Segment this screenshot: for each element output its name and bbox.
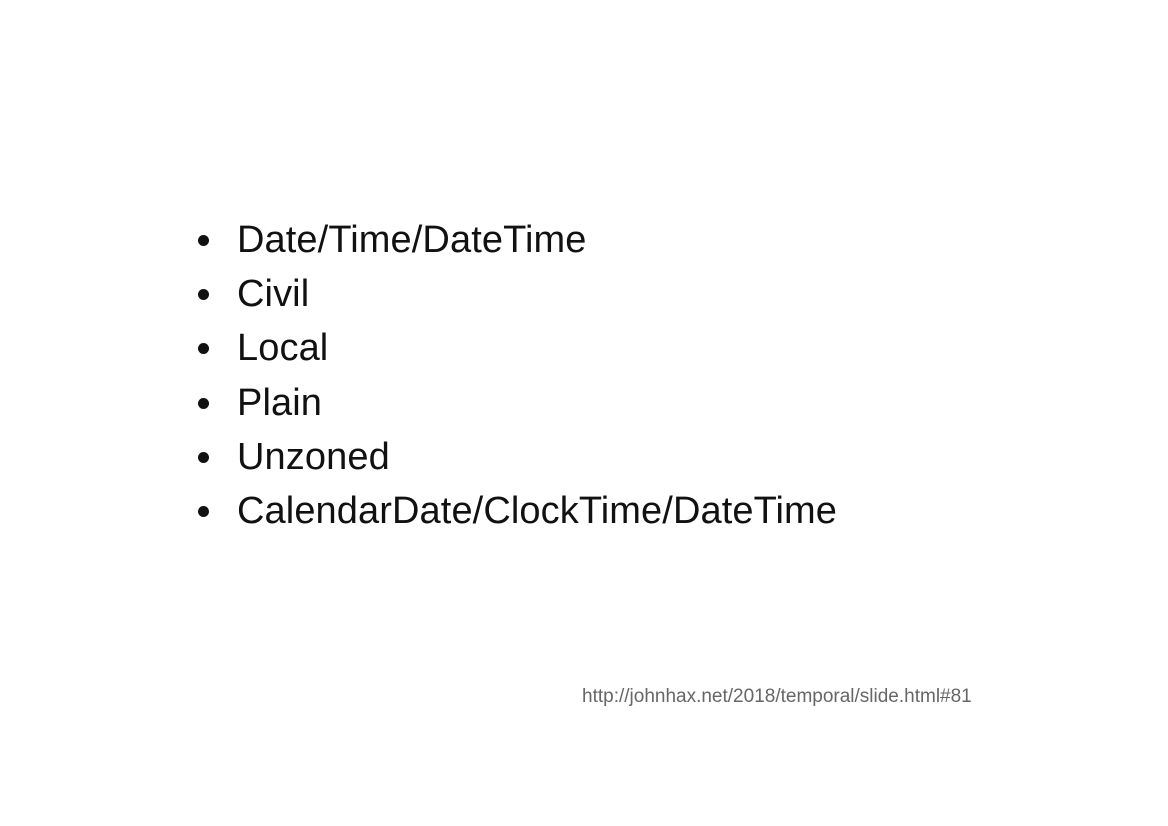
- slide: Date/Time/DateTime Civil Local Plain Unz…: [0, 0, 1168, 826]
- list-item-label: Local: [237, 327, 329, 370]
- bullet-icon: [198, 235, 209, 247]
- list-item-label: Civil: [237, 273, 310, 316]
- source-url-link[interactable]: http://johnhax.net/2018/temporal/slide.h…: [582, 686, 972, 708]
- list-item-label: Unzoned: [237, 435, 390, 478]
- bullet-icon: [198, 451, 209, 463]
- bullet-icon: [198, 397, 209, 409]
- list-item-label: CalendarDate/ClockTime/DateTime: [237, 489, 838, 532]
- list-item: Local: [196, 321, 837, 375]
- list-item: CalendarDate/ClockTime/DateTime: [196, 484, 837, 538]
- list-item: Plain: [196, 376, 837, 430]
- bullet-list: Date/Time/DateTime Civil Local Plain Unz…: [196, 213, 837, 538]
- bullet-icon: [198, 343, 209, 355]
- bullet-icon: [198, 289, 209, 301]
- list-item: Unzoned: [196, 430, 837, 484]
- list-item-label: Plain: [237, 381, 322, 424]
- list-item: Date/Time/DateTime: [196, 213, 837, 267]
- list-item: Civil: [196, 267, 837, 321]
- list-item-label: Date/Time/DateTime: [237, 219, 587, 261]
- bullet-icon: [198, 506, 209, 518]
